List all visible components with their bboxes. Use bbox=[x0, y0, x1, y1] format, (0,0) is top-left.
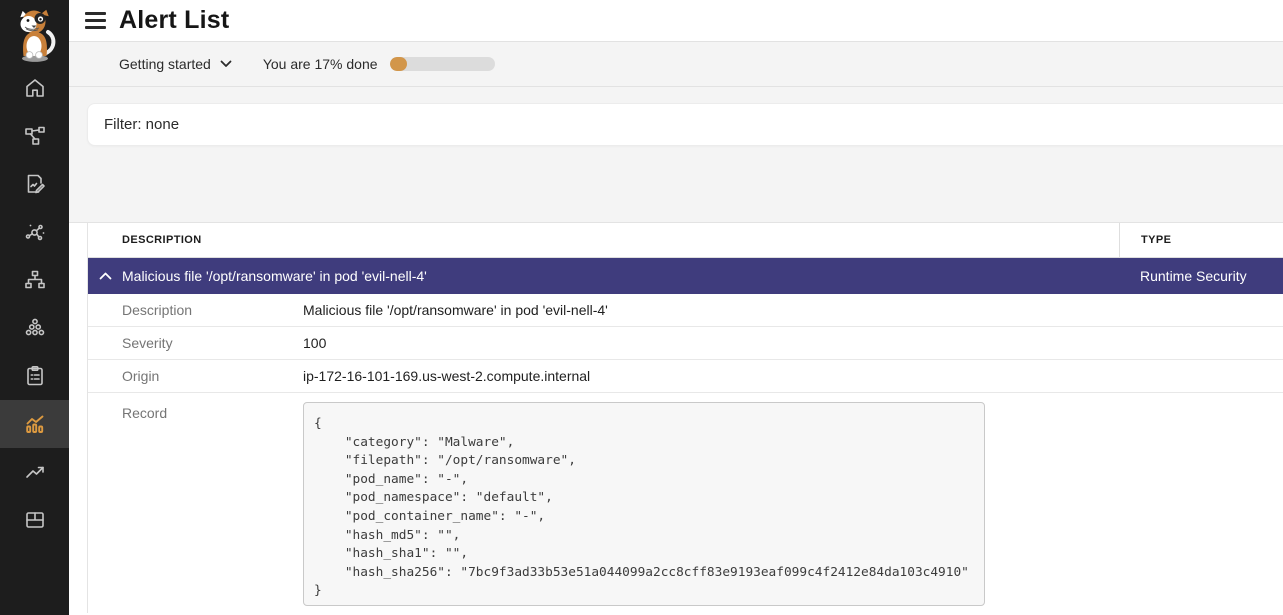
sidebar-item-trends[interactable] bbox=[0, 448, 69, 496]
home-icon bbox=[23, 76, 47, 100]
alert-row-expanded[interactable]: Malicious file '/opt/ransomware' in pod … bbox=[88, 258, 1283, 294]
detail-row-severity: Severity 100 bbox=[88, 327, 1283, 360]
record-json-text: { "category": "Malware", "filepath": "/o… bbox=[314, 415, 974, 601]
detail-label: Description bbox=[88, 302, 303, 318]
detail-row-description: Description Malicious file '/opt/ransomw… bbox=[88, 294, 1283, 327]
hamburger-menu-icon[interactable] bbox=[85, 12, 106, 29]
column-header-description[interactable]: DESCRIPTION bbox=[122, 234, 1119, 246]
table-header-row: DESCRIPTION TYPE bbox=[88, 223, 1283, 258]
getting-started-label: Getting started bbox=[119, 56, 211, 72]
trending-icon bbox=[23, 460, 47, 484]
sidebar-item-home[interactable] bbox=[0, 64, 69, 112]
detail-label: Origin bbox=[88, 368, 303, 384]
compliance-clipboard-icon bbox=[23, 364, 47, 388]
progress-fill bbox=[390, 57, 408, 71]
detail-row-origin: Origin ip-172-16-101-169.us-west-2.compu… bbox=[88, 360, 1283, 393]
detail-value: 100 bbox=[303, 335, 326, 351]
policy-edit-icon bbox=[23, 172, 47, 196]
service-graph-icon bbox=[23, 220, 47, 244]
alert-type: Runtime Security bbox=[1119, 258, 1283, 294]
column-header-type[interactable]: TYPE bbox=[1119, 223, 1283, 257]
detail-value: ip-172-16-101-169.us-west-2.compute.inte… bbox=[303, 368, 590, 384]
progress-text: You are 17% done bbox=[263, 56, 378, 72]
filter-text: Filter: none bbox=[104, 116, 179, 133]
onboarding-bar: Getting started You are 17% done bbox=[69, 42, 1283, 87]
sidebar-item-alerts[interactable] bbox=[0, 400, 69, 448]
sidebar-item-service-graph[interactable] bbox=[0, 208, 69, 256]
sidebar bbox=[0, 0, 69, 615]
filter-bar[interactable]: Filter: none bbox=[87, 103, 1283, 146]
main-content: Alert List Getting started You are 17% d… bbox=[69, 0, 1283, 615]
detail-value: Malicious file '/opt/ransomware' in pod … bbox=[303, 302, 608, 318]
alerts-activity-icon bbox=[23, 412, 47, 436]
sidebar-item-network[interactable] bbox=[0, 112, 69, 160]
alert-table: DESCRIPTION TYPE Malicious file '/opt/ra… bbox=[87, 223, 1283, 613]
sidebar-item-policies[interactable] bbox=[0, 160, 69, 208]
collapse-row-control[interactable] bbox=[88, 272, 122, 280]
storage-box-icon bbox=[23, 508, 47, 532]
chevron-down-icon bbox=[220, 60, 232, 68]
sitemap-icon bbox=[23, 268, 47, 292]
sidebar-item-compliance[interactable] bbox=[0, 352, 69, 400]
detail-label: Severity bbox=[88, 335, 303, 351]
app-root: Alert List Getting started You are 17% d… bbox=[0, 0, 1283, 615]
alert-table-area: DESCRIPTION TYPE Malicious file '/opt/ra… bbox=[69, 223, 1283, 615]
getting-started-dropdown[interactable]: Getting started bbox=[119, 56, 232, 72]
app-header: Alert List bbox=[69, 0, 1283, 42]
filter-section: Filter: none bbox=[69, 87, 1283, 223]
calico-cat-logo[interactable] bbox=[0, 0, 69, 64]
detail-label: Record bbox=[88, 393, 303, 421]
alert-description: Malicious file '/opt/ransomware' in pod … bbox=[122, 268, 1119, 284]
calico-cat-logo-image bbox=[11, 7, 59, 63]
chevron-up-icon bbox=[99, 272, 112, 280]
sidebar-item-storage[interactable] bbox=[0, 496, 69, 544]
network-topology-icon bbox=[23, 124, 47, 148]
record-json-block: { "category": "Malware", "filepath": "/o… bbox=[303, 402, 985, 606]
page-title: Alert List bbox=[119, 6, 229, 35]
progress-bar bbox=[390, 57, 495, 71]
sidebar-item-nodes[interactable] bbox=[0, 256, 69, 304]
workload-cluster-icon bbox=[23, 316, 47, 340]
sidebar-item-workloads[interactable] bbox=[0, 304, 69, 352]
detail-row-record: Record { "category": "Malware", "filepat… bbox=[88, 393, 1283, 613]
